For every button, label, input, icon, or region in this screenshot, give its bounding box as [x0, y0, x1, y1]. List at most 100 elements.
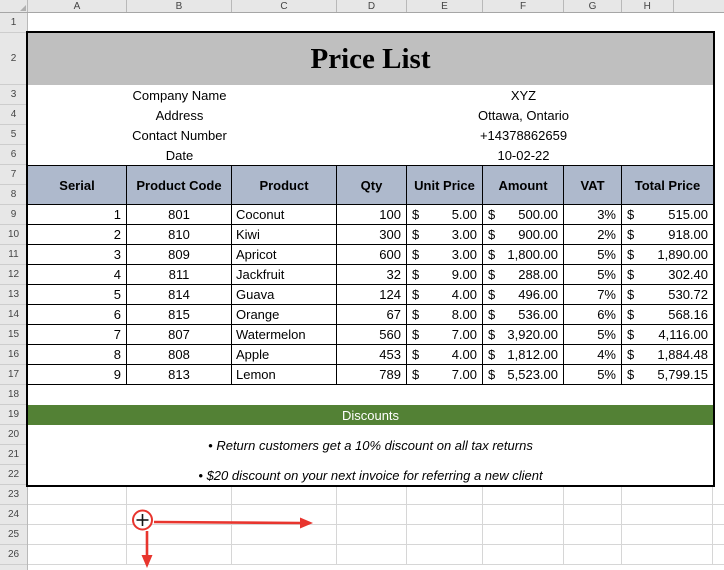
empty-cell[interactable] — [232, 525, 337, 545]
empty-cell[interactable] — [622, 525, 713, 545]
table-header-cell[interactable]: Serial — [28, 166, 127, 204]
cell-product-code[interactable]: 814 — [127, 285, 232, 304]
cell-amount[interactable]: $900.00 — [483, 225, 564, 244]
empty-cell[interactable] — [407, 545, 483, 565]
row-header-17[interactable]: 17 — [0, 365, 27, 385]
empty-cell[interactable] — [28, 525, 127, 545]
row-header-20[interactable]: 20 — [0, 425, 27, 445]
empty-cell[interactable] — [127, 485, 232, 505]
empty-cell[interactable] — [483, 525, 564, 545]
empty-cell[interactable] — [127, 545, 232, 565]
table-header-cell[interactable]: Unit Price — [407, 166, 483, 204]
cell-unit-price[interactable]: $4.00 — [407, 285, 483, 304]
cell-total-price[interactable]: $918.00 — [622, 225, 713, 244]
cell-total-price[interactable]: $5,799.15 — [622, 365, 713, 384]
empty-cell[interactable] — [337, 525, 407, 545]
cell-qty[interactable]: 300 — [337, 225, 407, 244]
cell-unit-price[interactable]: $7.00 — [407, 365, 483, 384]
cell-unit-price[interactable]: $3.00 — [407, 225, 483, 244]
cell-product-code[interactable]: 807 — [127, 325, 232, 344]
empty-cell[interactable] — [564, 545, 622, 565]
empty-cell[interactable] — [622, 545, 713, 565]
row-header-13[interactable]: 13 — [0, 285, 27, 305]
row-header-9[interactable]: 9 — [0, 205, 27, 225]
empty-cell[interactable] — [28, 505, 127, 525]
empty-cell[interactable] — [127, 505, 232, 525]
row-header-10[interactable]: 10 — [0, 225, 27, 245]
title-cell[interactable]: Price List — [28, 33, 713, 85]
cell-qty[interactable]: 453 — [337, 345, 407, 364]
empty-cell[interactable] — [407, 505, 483, 525]
row-header-4[interactable]: 4 — [0, 105, 27, 125]
discount-bullet-cell-1[interactable]: • Return customers get a 10% discount on… — [28, 425, 713, 465]
cell-amount[interactable]: $1,800.00 — [483, 245, 564, 264]
cell-unit-price[interactable]: $9.00 — [407, 265, 483, 284]
empty-cell[interactable] — [232, 545, 337, 565]
cell-product-code[interactable]: 815 — [127, 305, 232, 324]
cell-amount[interactable]: $288.00 — [483, 265, 564, 284]
cell-qty[interactable]: 67 — [337, 305, 407, 324]
column-header-H[interactable]: H — [622, 0, 674, 12]
cell-vat[interactable]: 2% — [564, 225, 622, 244]
cell-qty[interactable]: 600 — [337, 245, 407, 264]
row-header-15[interactable]: 15 — [0, 325, 27, 345]
cell-vat[interactable]: 4% — [564, 345, 622, 364]
cell-product[interactable]: Jackfruit — [232, 265, 337, 284]
cell-product[interactable]: Orange — [232, 305, 337, 324]
cell-serial[interactable]: 1 — [28, 205, 127, 224]
discounts-banner-cell[interactable]: Discounts — [28, 405, 713, 425]
date-label-cell[interactable]: Date — [127, 145, 232, 165]
table-header-cell[interactable]: VAT — [564, 166, 622, 204]
company-name-label-cell[interactable]: Company Name — [127, 85, 232, 105]
contact-number-value-cell[interactable]: +14378862659 — [480, 125, 567, 145]
cell-serial[interactable]: 5 — [28, 285, 127, 304]
cell-serial[interactable]: 6 — [28, 305, 127, 324]
cell-qty[interactable]: 789 — [337, 365, 407, 384]
column-header-G[interactable]: G — [564, 0, 622, 12]
cell-unit-price[interactable]: $7.00 — [407, 325, 483, 344]
cell-product[interactable]: Kiwi — [232, 225, 337, 244]
cell-vat[interactable]: 5% — [564, 245, 622, 264]
cell-total-price[interactable]: $515.00 — [622, 205, 713, 224]
cell-product-code[interactable]: 808 — [127, 345, 232, 364]
empty-cell[interactable] — [483, 505, 564, 525]
select-all-corner[interactable] — [0, 0, 28, 12]
cell-qty[interactable]: 32 — [337, 265, 407, 284]
cell-vat[interactable]: 5% — [564, 325, 622, 344]
empty-cell[interactable] — [232, 485, 337, 505]
contact-number-label-cell[interactable]: Contact Number — [127, 125, 232, 145]
cell-total-price[interactable]: $302.40 — [622, 265, 713, 284]
row-header-26[interactable]: 26 — [0, 545, 27, 565]
empty-cell[interactable] — [337, 505, 407, 525]
row-header-11[interactable]: 11 — [0, 245, 27, 265]
cell-serial[interactable]: 8 — [28, 345, 127, 364]
table-header-cell[interactable]: Product — [232, 166, 337, 204]
column-header-D[interactable]: D — [337, 0, 407, 12]
empty-cell[interactable] — [337, 485, 407, 505]
cell-unit-price[interactable]: $3.00 — [407, 245, 483, 264]
cell-unit-price[interactable]: $4.00 — [407, 345, 483, 364]
cell-unit-price[interactable]: $8.00 — [407, 305, 483, 324]
cell-product[interactable]: Apricot — [232, 245, 337, 264]
cell-total-price[interactable]: $1,890.00 — [622, 245, 713, 264]
cell-total-price[interactable]: $1,884.48 — [622, 345, 713, 364]
cell-serial[interactable]: 4 — [28, 265, 127, 284]
table-header-cell[interactable]: Product Code — [127, 166, 232, 204]
cell-unit-price[interactable]: $5.00 — [407, 205, 483, 224]
cell-vat[interactable]: 3% — [564, 205, 622, 224]
empty-cell[interactable] — [564, 485, 622, 505]
row-header-3[interactable]: 3 — [0, 85, 27, 105]
row-header-22[interactable]: 22 — [0, 465, 27, 485]
cell-product[interactable]: Guava — [232, 285, 337, 304]
cell-product[interactable]: Lemon — [232, 365, 337, 384]
cell-qty[interactable]: 124 — [337, 285, 407, 304]
row-header-2[interactable]: 2 — [0, 33, 27, 85]
empty-cell[interactable] — [407, 485, 483, 505]
cell-total-price[interactable]: $4,116.00 — [622, 325, 713, 344]
cell-total-price[interactable]: $530.72 — [622, 285, 713, 304]
empty-cell[interactable] — [564, 525, 622, 545]
row-header-21[interactable]: 21 — [0, 445, 27, 465]
cell-amount[interactable]: $536.00 — [483, 305, 564, 324]
cell-vat[interactable]: 6% — [564, 305, 622, 324]
empty-cell[interactable] — [28, 545, 127, 565]
